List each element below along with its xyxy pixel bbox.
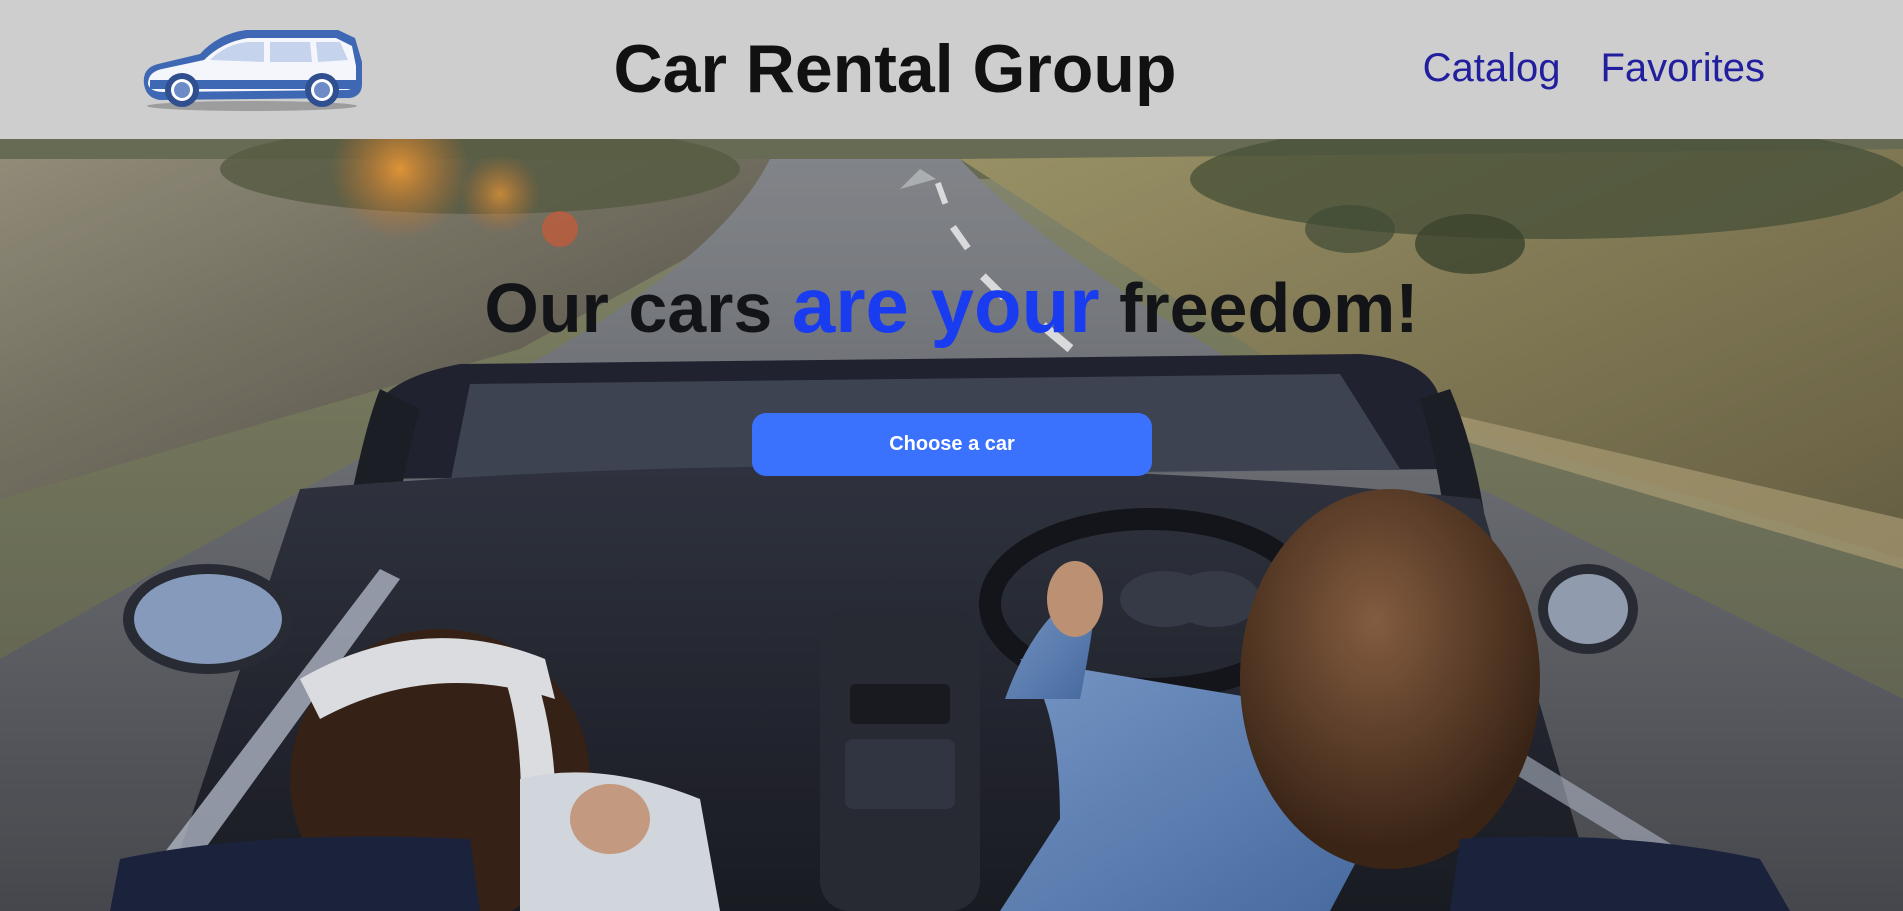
hero-title-part1: Our cars xyxy=(484,269,792,347)
hero-title-accent: are your xyxy=(791,261,1100,349)
nav-link-catalog[interactable]: Catalog xyxy=(1423,44,1561,92)
nav-link-favorites[interactable]: Favorites xyxy=(1601,44,1766,92)
hero-title-part2: freedom! xyxy=(1099,269,1419,347)
hero-section: Our cars are your freedom! Choose a car xyxy=(0,139,1903,911)
choose-car-button[interactable]: Choose a car xyxy=(752,413,1152,476)
hero-background-image xyxy=(0,139,1903,911)
site-header: Car Rental Group Catalog Favorites xyxy=(0,0,1903,139)
hero-title: Our cars are your freedom! xyxy=(0,263,1903,350)
main-nav: Catalog Favorites xyxy=(1423,44,1765,92)
